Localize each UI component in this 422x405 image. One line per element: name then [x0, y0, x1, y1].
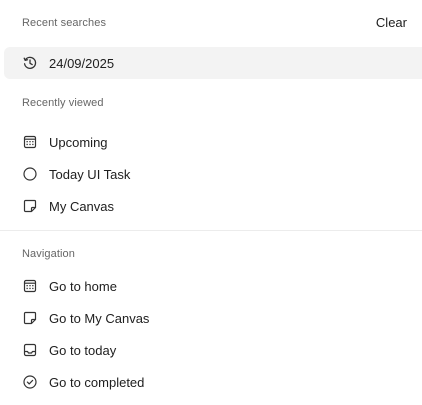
navigation-header: Navigation [22, 248, 75, 260]
history-icon [22, 55, 38, 71]
circle-icon [22, 166, 38, 182]
recently-viewed-header: Recently viewed [22, 97, 104, 109]
inbox-icon [22, 342, 38, 358]
nav-item-go-to-home[interactable]: Go to home [4, 270, 422, 302]
nav-item-label: Go to completed [49, 374, 145, 390]
note-icon [22, 310, 38, 326]
nav-item-go-to-today[interactable]: Go to today [4, 334, 422, 366]
nav-item-go-to-my-canvas[interactable]: Go to My Canvas [4, 302, 422, 334]
nav-item-go-to-completed[interactable]: Go to completed [4, 366, 422, 398]
recently-viewed-item-my-canvas[interactable]: My Canvas [4, 190, 422, 222]
recently-viewed-item-today-ui-task[interactable]: Today UI Task [4, 158, 422, 190]
recent-search-item[interactable]: 24/09/2025 [4, 47, 422, 79]
nav-item-label: Go to home [49, 278, 117, 294]
calendar-icon [22, 278, 38, 294]
recently-viewed-label: Today UI Task [49, 166, 131, 182]
section-divider [0, 230, 422, 231]
recently-viewed-item-upcoming[interactable]: Upcoming [4, 126, 422, 158]
recent-search-label: 24/09/2025 [49, 55, 115, 71]
recent-searches-header: Recent searches [22, 17, 107, 29]
calendar-icon [22, 134, 38, 150]
clear-button[interactable]: Clear [376, 15, 407, 30]
nav-item-label: Go to today [49, 342, 117, 358]
note-icon [22, 198, 38, 214]
check-circle-icon [22, 374, 38, 390]
nav-item-label: Go to My Canvas [49, 310, 150, 326]
recently-viewed-label: My Canvas [49, 198, 115, 214]
search-panel: Recent searches Clear 24/09/2025 Recentl… [0, 0, 422, 405]
recently-viewed-label: Upcoming [49, 134, 108, 150]
